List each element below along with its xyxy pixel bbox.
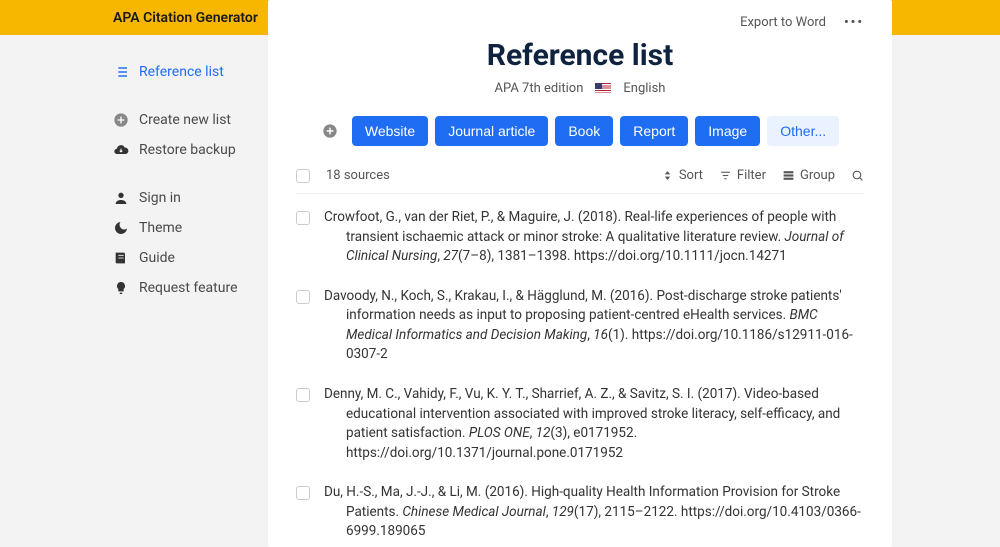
add-source-icon[interactable]	[321, 122, 339, 140]
list-controls: 18 sources Sort Filter Group	[296, 168, 864, 194]
sort-icon	[661, 169, 674, 182]
sidebar-item-theme[interactable]: Theme	[113, 213, 268, 243]
sidebar: Reference list Create new list Restore b…	[0, 35, 268, 547]
book-icon	[113, 250, 129, 266]
us-flag-icon	[595, 83, 611, 94]
plus-circle-icon	[113, 112, 129, 128]
sidebar-item-label: Reference list	[139, 64, 224, 80]
list-icon	[113, 64, 129, 80]
reference-checkbox[interactable]	[296, 486, 310, 500]
sidebar-item-label: Restore backup	[139, 142, 236, 158]
group-button[interactable]: Group	[782, 168, 835, 183]
sidebar-item-label: Create new list	[139, 112, 231, 128]
reference-row[interactable]: Davoody, N., Koch, S., Krakau, I., & Häg…	[296, 287, 864, 365]
reference-row[interactable]: Denny, M. C., Vahidy, F., Vu, K. Y. T., …	[296, 385, 864, 463]
type-other-button[interactable]: Other...	[767, 116, 839, 146]
app-title: APA Citation Generator	[113, 10, 258, 26]
cloud-download-icon	[113, 142, 129, 158]
sidebar-item-reference-list[interactable]: Reference list	[113, 57, 268, 87]
type-book-button[interactable]: Book	[555, 116, 613, 146]
sidebar-item-sign-in[interactable]: Sign in	[113, 183, 268, 213]
type-journal-button[interactable]: Journal article	[435, 116, 548, 146]
reference-text: Du, H.-S., Ma, J.-J., & Li, M. (2016). H…	[324, 483, 864, 542]
reference-checkbox[interactable]	[296, 211, 310, 225]
filter-icon	[719, 169, 732, 182]
sidebar-item-guide[interactable]: Guide	[113, 243, 268, 273]
sidebar-item-label: Sign in	[139, 190, 181, 206]
lightbulb-icon	[113, 280, 129, 296]
reference-list-body: Crowfoot, G., van der Riet, P., & Maguir…	[296, 194, 864, 547]
sidebar-item-label: Theme	[139, 220, 182, 236]
search-icon	[851, 169, 864, 182]
edition-label[interactable]: APA 7th edition	[495, 81, 584, 96]
type-website-button[interactable]: Website	[352, 116, 428, 146]
reference-row[interactable]: Crowfoot, G., van der Riet, P., & Maguir…	[296, 208, 864, 267]
type-image-button[interactable]: Image	[695, 116, 760, 146]
reference-text: Denny, M. C., Vahidy, F., Vu, K. Y. T., …	[324, 385, 864, 463]
moon-icon	[113, 220, 129, 236]
export-word-link[interactable]: Export to Word	[740, 15, 826, 30]
main-panel: Export to Word ••• Reference list APA 7t…	[268, 0, 892, 547]
reference-row[interactable]: Du, H.-S., Ma, J.-J., & Li, M. (2016). H…	[296, 483, 864, 542]
page-title: Reference list	[296, 38, 864, 73]
sidebar-item-restore-backup[interactable]: Restore backup	[113, 135, 268, 165]
reference-text: Crowfoot, G., van der Riet, P., & Maguir…	[324, 208, 864, 267]
more-menu-icon[interactable]: •••	[844, 15, 864, 30]
sidebar-item-create-new[interactable]: Create new list	[113, 105, 268, 135]
filter-button[interactable]: Filter	[719, 168, 766, 183]
sidebar-item-label: Guide	[139, 250, 175, 266]
sidebar-item-label: Request feature	[139, 280, 238, 296]
search-button[interactable]	[851, 169, 864, 182]
type-report-button[interactable]: Report	[620, 116, 688, 146]
reference-checkbox[interactable]	[296, 290, 310, 304]
user-icon	[113, 190, 129, 206]
reference-text: Davoody, N., Koch, S., Krakau, I., & Häg…	[324, 287, 864, 365]
select-all-checkbox[interactable]	[296, 169, 310, 183]
language-label[interactable]: English	[623, 81, 665, 96]
source-count: 18 sources	[326, 168, 390, 183]
reference-checkbox[interactable]	[296, 388, 310, 402]
group-icon	[782, 169, 795, 182]
sidebar-item-request-feature[interactable]: Request feature	[113, 273, 268, 303]
sort-button[interactable]: Sort	[661, 168, 703, 183]
